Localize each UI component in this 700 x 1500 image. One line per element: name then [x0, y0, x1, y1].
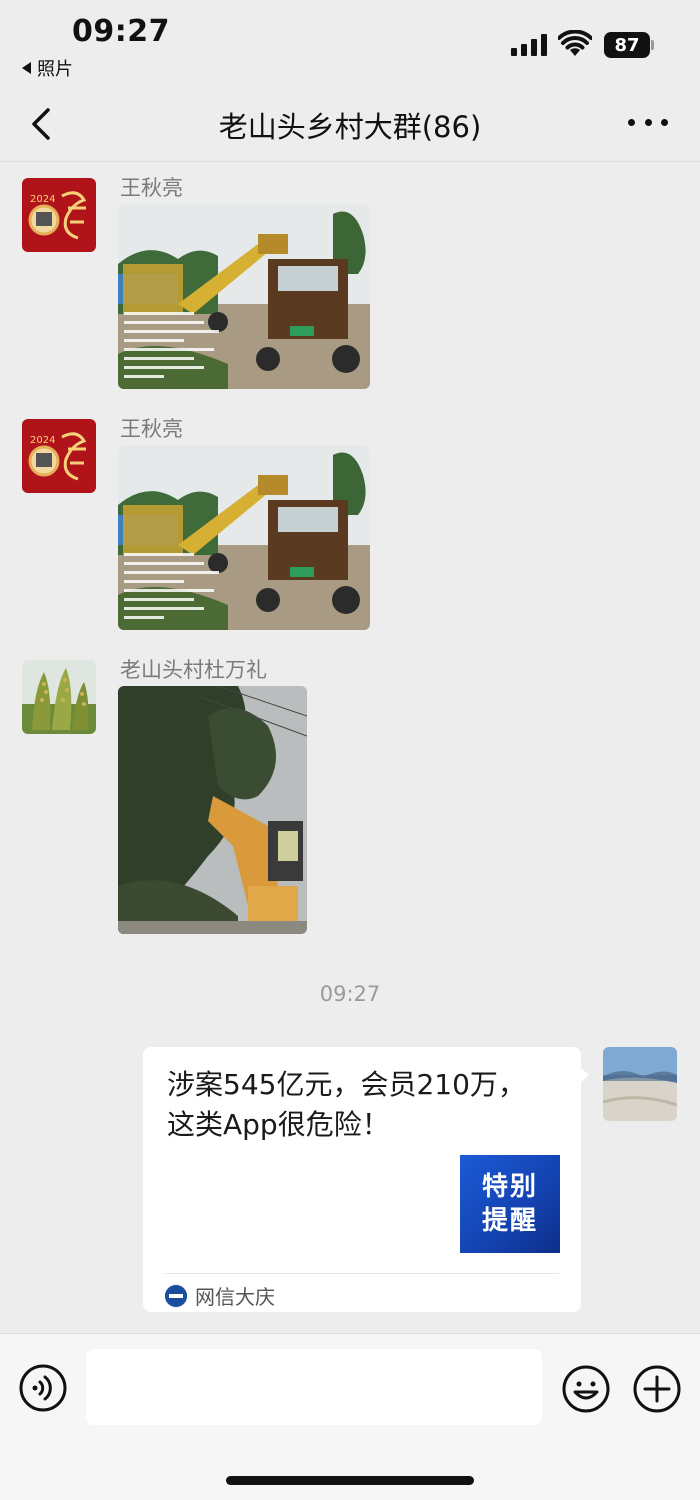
image-message[interactable]	[118, 686, 307, 934]
link-card-message[interactable]: 涉案545亿元，会员210万，这类App很危险！ 特别 提醒 网信大庆	[143, 1047, 581, 1312]
emoji-icon[interactable]	[561, 1364, 611, 1414]
cellular-signal-icon	[511, 34, 547, 56]
chat-title: 老山头乡村大群(86)	[218, 110, 482, 144]
sender-name: 老山头村杜万礼	[120, 658, 267, 682]
svg-text:2024: 2024	[30, 194, 55, 205]
back-to-app-link[interactable]: 照片	[22, 55, 73, 81]
thumbnail-text-line1: 特别	[481, 1172, 538, 1202]
bubble-tail	[579, 1066, 589, 1084]
plus-icon[interactable]	[632, 1364, 682, 1414]
wifi-icon	[558, 30, 592, 56]
input-bar	[0, 1333, 700, 1500]
link-card-source: 网信大庆	[165, 1281, 275, 1310]
chat-header: 老山头乡村大群(86)	[0, 90, 700, 162]
link-card-divider	[165, 1273, 559, 1274]
sender-name: 王秋亮	[120, 417, 183, 441]
status-time: 09:27	[72, 14, 170, 49]
avatar[interactable]	[22, 660, 96, 734]
status-bar: 09:27 照片 87	[0, 0, 700, 90]
back-app-label: 照片	[37, 59, 73, 80]
avatar[interactable]: 2024	[22, 419, 96, 493]
link-card-title: 涉案545亿元，会员210万，这类App很危险！	[167, 1068, 526, 1141]
voice-icon[interactable]	[19, 1364, 67, 1412]
sender-name: 王秋亮	[120, 176, 183, 200]
source-logo-icon	[165, 1284, 187, 1307]
battery-tip	[651, 40, 654, 50]
my-avatar[interactable]	[603, 1047, 677, 1121]
avatar[interactable]: 2024	[22, 178, 96, 252]
svg-text:2024: 2024	[30, 435, 55, 446]
thumbnail-text-line2: 提醒	[481, 1206, 538, 1236]
back-triangle-icon	[22, 62, 31, 74]
message-input[interactable]	[86, 1349, 542, 1425]
home-indicator[interactable]	[226, 1476, 474, 1485]
chat-timestamp: 09:27	[319, 982, 381, 1006]
link-card-source-name: 网信大庆	[195, 1285, 275, 1309]
link-card-thumbnail: 特别 提醒	[460, 1155, 560, 1253]
more-icon[interactable]	[628, 112, 668, 132]
image-message[interactable]	[118, 204, 370, 389]
image-message[interactable]	[118, 445, 370, 630]
battery-indicator: 87	[604, 32, 650, 58]
